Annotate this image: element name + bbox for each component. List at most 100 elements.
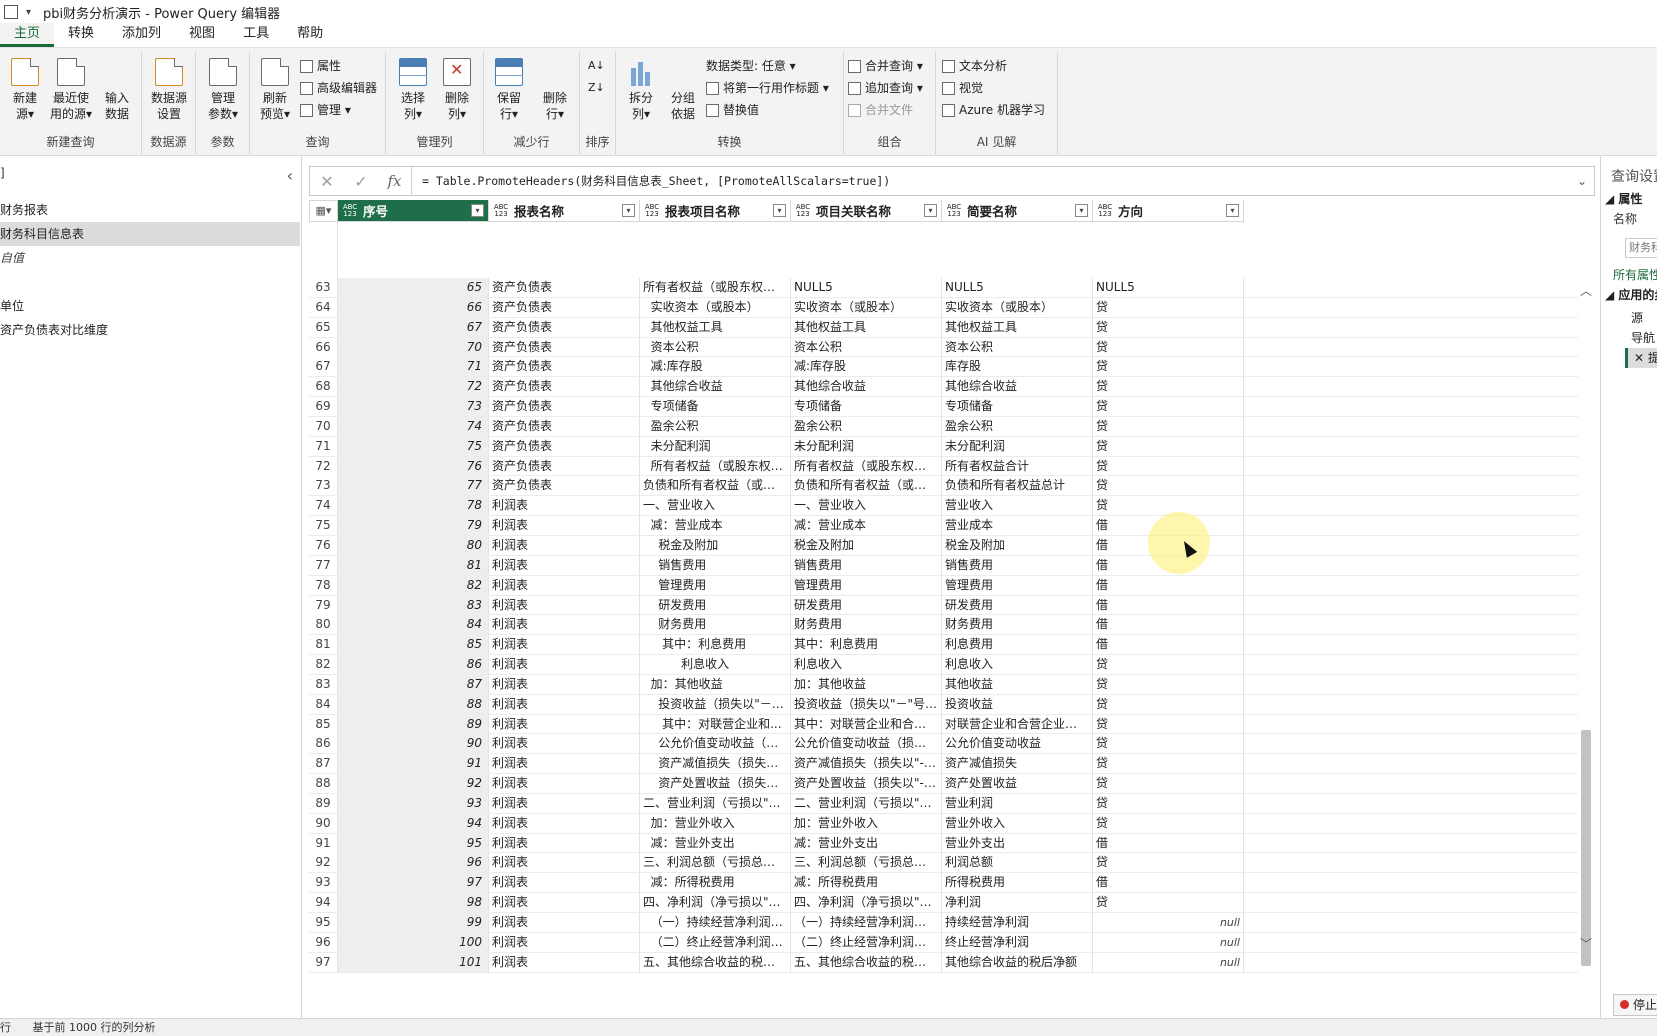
table-cell[interactable]: 资产处置收益（损失以...: [640, 774, 791, 794]
table-row[interactable]: 89 93 利润表 二、营业利润（亏损以"－"... 二、营业利润（亏损以"－"... 营…: [309, 793, 1582, 814]
sort-descending-icon[interactable]: Z↓: [588, 78, 605, 98]
table-cell[interactable]: 贷: [1093, 317, 1244, 337]
table-cell[interactable]: 贷: [1093, 774, 1244, 794]
type-any-icon[interactable]: ABC 123: [945, 203, 963, 218]
table-cell[interactable]: 利润表: [489, 793, 640, 813]
replace-values-button[interactable]: 替换值: [706, 100, 759, 120]
filter-dropdown-icon[interactable]: ▾: [773, 204, 786, 217]
applied-steps-section[interactable]: ◢ 应用的步骤: [1605, 286, 1657, 303]
table-row[interactable]: 69 73 资产负债表 专项储备 专项储备 专项储备贷: [309, 397, 1582, 417]
table-cell[interactable]: 90: [338, 734, 489, 754]
table-cell[interactable]: 管理费用: [791, 575, 942, 595]
table-cell[interactable]: 利润表: [489, 952, 640, 972]
table-cell[interactable]: 利润表: [489, 674, 640, 694]
table-cell[interactable]: 其他综合收益: [791, 377, 942, 397]
table-cell[interactable]: 贷: [1093, 793, 1244, 813]
table-cell[interactable]: 利润表: [489, 913, 640, 932]
table-cell[interactable]: 实收资本（或股本）: [791, 297, 942, 317]
table-cell[interactable]: 贷: [1093, 734, 1244, 754]
table-cell[interactable]: 利息收入: [640, 655, 791, 675]
table-cell[interactable]: 利润表: [489, 694, 640, 714]
table-cell[interactable]: 94: [338, 813, 489, 833]
table-cell[interactable]: 一、营业收入: [640, 496, 791, 516]
table-cell[interactable]: 盈余公积: [791, 416, 942, 436]
table-cell[interactable]: 资产处置收益（损失以"-"...: [791, 774, 942, 794]
table-cell[interactable]: NULL5: [942, 278, 1093, 297]
table-cell[interactable]: 利润表: [489, 655, 640, 675]
table-row[interactable]: 92 96 利润表 三、利润总额（亏损总额以... 三、利润总额（亏损总额以... 利润总…: [309, 853, 1582, 874]
table-cell[interactable]: 营业外收入: [942, 813, 1093, 833]
table-cell[interactable]: 其他综合收益: [942, 377, 1093, 397]
table-cell[interactable]: 利润表: [489, 555, 640, 575]
table-cell[interactable]: 贷: [1093, 436, 1244, 456]
remove-columns-button[interactable]: 删除 列▾: [436, 58, 478, 122]
table-cell[interactable]: 资产负债表: [489, 337, 640, 357]
table-cell[interactable]: 贷: [1093, 476, 1244, 496]
table-cell[interactable]: 未分配利润: [791, 436, 942, 456]
table-cell[interactable]: 76: [338, 456, 489, 476]
table-cell[interactable]: 投资收益（损失以"－"...: [640, 694, 791, 714]
remove-rows-button[interactable]: 删除 行▾: [534, 58, 878, 286]
table-cell[interactable]: 利润表: [489, 893, 640, 913]
table-cell[interactable]: 公允价值变动收益（损失以...: [791, 734, 942, 754]
table-cell[interactable]: 资产负债表: [489, 397, 640, 417]
query-name-input[interactable]: 财务科目信息表: [1625, 238, 1657, 258]
advanced-editor-button[interactable]: 高级编辑器: [300, 78, 377, 98]
table-cell[interactable]: 加：其他收益: [640, 674, 791, 694]
column-header[interactable]: ABC 123 序号 ▾: [338, 200, 489, 222]
table-cell[interactable]: 三、利润总额（亏损总额以...: [640, 853, 791, 873]
table-row[interactable]: 81 85 利润表 其中：利息费用 其中：利息费用 利息费用借: [309, 635, 1582, 656]
table-cell[interactable]: 贷: [1093, 813, 1244, 833]
table-cell[interactable]: 税金及附加: [791, 535, 942, 555]
table-cell[interactable]: 利润表: [489, 774, 640, 794]
table-cell[interactable]: 88: [338, 694, 489, 714]
table-cell[interactable]: null: [1093, 913, 1244, 932]
filter-dropdown-icon[interactable]: ▾: [1226, 204, 1239, 217]
table-cell[interactable]: 实收资本（或股本）: [640, 297, 791, 317]
data-type-dropdown[interactable]: 数据类型: 任意 ▾: [706, 56, 796, 76]
table-cell[interactable]: 所得税费用: [942, 873, 1093, 893]
table-cell[interactable]: 65: [338, 278, 489, 297]
fx-icon[interactable]: fx: [378, 166, 412, 196]
table-cell[interactable]: 其他综合收益: [640, 377, 791, 397]
tab-view[interactable]: 视图: [175, 23, 229, 47]
table-cell[interactable]: 减：营业外支出: [640, 833, 791, 853]
table-cell[interactable]: 贷: [1093, 456, 1244, 476]
table-cell[interactable]: 借: [1093, 873, 1244, 893]
table-cell[interactable]: 资产负债表: [489, 357, 640, 377]
filter-dropdown-icon[interactable]: ▾: [622, 204, 635, 217]
table-cell[interactable]: 销售费用: [640, 555, 791, 575]
table-cell[interactable]: 贷: [1093, 655, 1244, 675]
keep-rows-button[interactable]: 保留 行▾: [488, 58, 530, 122]
azure-ml-button[interactable]: Azure 机器学习: [942, 100, 1045, 120]
stop-button[interactable]: 停止: [1613, 994, 1657, 1016]
use-first-row-button[interactable]: 将第一行用作标题 ▾: [706, 78, 829, 98]
table-cell[interactable]: 资产负债表: [489, 297, 640, 317]
applied-step[interactable]: 导航: [1625, 328, 1657, 348]
table-cell[interactable]: 贷: [1093, 754, 1244, 774]
table-cell[interactable]: 资产减值损失: [942, 754, 1093, 774]
table-cell[interactable]: 资产负债表: [489, 476, 640, 496]
table-cell[interactable]: 加：营业外收入: [791, 813, 942, 833]
table-cell[interactable]: 借: [1093, 615, 1244, 635]
table-cell[interactable]: 其中：对联营企业和合营企...: [791, 714, 942, 734]
table-cell[interactable]: 贷: [1093, 674, 1244, 694]
table-cell[interactable]: 92: [338, 774, 489, 794]
table-cell[interactable]: 利润表: [489, 853, 640, 873]
table-cell[interactable]: （一）持续经营净利润（净...: [791, 913, 942, 932]
table-cell[interactable]: 79: [338, 516, 489, 536]
table-cell[interactable]: 贷: [1093, 714, 1244, 734]
type-any-icon[interactable]: ABC 123: [1096, 203, 1114, 218]
table-cell[interactable]: 税金及附加: [640, 535, 791, 555]
table-cell[interactable]: 74: [338, 416, 489, 436]
vertical-scrollbar[interactable]: ︿ ﹀: [1578, 278, 1594, 1018]
table-cell[interactable]: 资产减值损失（损失以...: [640, 754, 791, 774]
table-cell[interactable]: 贷: [1093, 337, 1244, 357]
table-cell[interactable]: 72: [338, 377, 489, 397]
table-menu-icon[interactable]: ▦▾: [309, 200, 338, 222]
table-row[interactable]: 90 94 利润表 加：营业外收入 加：营业外收入 营业外收入贷: [309, 813, 1582, 834]
table-cell[interactable]: 利润表: [489, 496, 640, 516]
manage-button[interactable]: 管理 ▾: [300, 100, 351, 120]
manage-params-button[interactable]: 管理 参数▾: [202, 58, 244, 122]
table-cell[interactable]: 销售费用: [942, 555, 1093, 575]
